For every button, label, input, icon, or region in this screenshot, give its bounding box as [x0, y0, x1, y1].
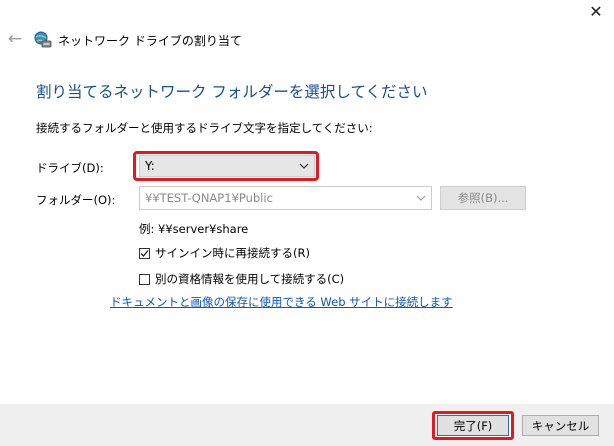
drive-label: ドライブ(D): [36, 161, 104, 175]
reconnect-label: サインイン時に再接続する(R) [155, 246, 310, 260]
back-arrow-icon[interactable]: ← [6, 30, 24, 48]
chevron-down-icon[interactable] [411, 195, 431, 201]
other-credentials-checkbox[interactable] [139, 273, 150, 285]
window-title: ネットワーク ドライブの割り当て [58, 34, 242, 48]
chevron-down-icon[interactable] [294, 163, 314, 169]
example-text: 例: ¥¥server¥share [139, 222, 249, 236]
connect-website-link[interactable]: ドキュメントと画像の保存に使用できる Web サイトに接続します [110, 294, 453, 310]
drive-select[interactable]: Y: [139, 155, 315, 177]
reconnect-checkbox[interactable] [139, 247, 150, 259]
close-icon[interactable]: ✕ [578, 0, 614, 22]
page-heading: 割り当てるネットワーク フォルダーを選択してください [36, 83, 428, 101]
network-drive-icon [34, 31, 52, 49]
instruction-text: 接続するフォルダーと使用するドライブ文字を指定してください: [36, 121, 373, 135]
drive-select-value: Y: [145, 159, 155, 173]
folder-label: フォルダー(O): [36, 193, 116, 207]
other-credentials-label: 別の資格情報を使用して接続する(C) [155, 272, 345, 286]
finish-button[interactable]: 完了(F) [437, 415, 509, 436]
cancel-button[interactable]: キャンセル [522, 415, 599, 436]
other-credentials-option[interactable]: 別の資格情報を使用して接続する(C) [139, 271, 344, 287]
reconnect-option[interactable]: サインイン時に再接続する(R) [139, 245, 310, 261]
folder-combobox[interactable]: ¥¥TEST-QNAP1¥Public [139, 186, 432, 210]
folder-path-value: ¥¥TEST-QNAP1¥Public [145, 191, 273, 205]
browse-button[interactable]: 参照(B)... [440, 186, 526, 210]
